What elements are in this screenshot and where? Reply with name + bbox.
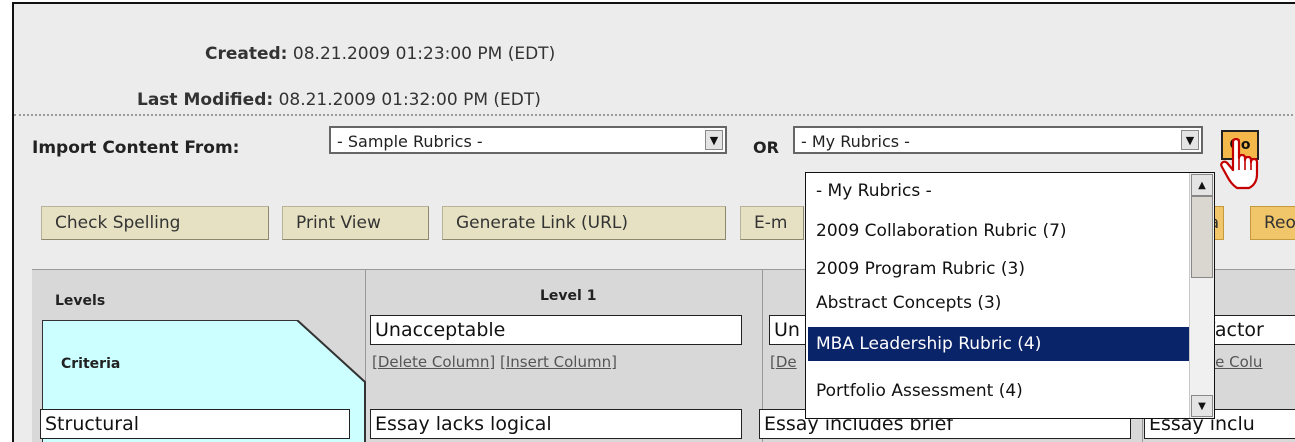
- levels-label: Levels: [55, 293, 106, 309]
- delete-column-link[interactable]: Delete Column: [378, 353, 490, 371]
- dropdown-option[interactable]: Portfolio Assessment (4): [816, 381, 1023, 401]
- last-modified-label: Last Modified:: [137, 90, 274, 110]
- hand-pointer-cursor-icon: [1220, 138, 1259, 190]
- last-modified-value: 08.21.2009 01:32:00 PM (EDT): [278, 90, 541, 110]
- print-view-button[interactable]: Print View: [282, 206, 429, 240]
- criterion-1-input[interactable]: Structural: [40, 409, 350, 439]
- dropdown-option[interactable]: Abstract Concepts (3): [816, 293, 1001, 313]
- reorder-button[interactable]: Reo: [1250, 206, 1295, 240]
- chevron-down-icon[interactable]: ▼: [705, 130, 723, 150]
- dropdown-option[interactable]: 2009 Collaboration Rubric (7): [816, 221, 1067, 241]
- chevron-down-icon[interactable]: ▼: [1181, 130, 1199, 150]
- or-label: OR: [753, 138, 779, 157]
- my-rubrics-dropdown-list: - My Rubrics - 2009 Collaboration Rubric…: [805, 172, 1215, 419]
- cell-1-1-input[interactable]: Essay lacks logical: [370, 409, 742, 439]
- delete-column-link[interactable]: De: [776, 353, 797, 371]
- check-spelling-button[interactable]: Check Spelling: [41, 206, 269, 240]
- insert-column-link[interactable]: Insert Column: [506, 353, 611, 371]
- dropdown-option-selected[interactable]: MBA Leadership Rubric (4): [808, 327, 1189, 361]
- level-2-name-input[interactable]: Un: [769, 315, 809, 345]
- dropdown-scrollbar[interactable]: ▲ ▼: [1189, 173, 1214, 418]
- created-value: 08.21.2009 01:23:00 PM (EDT): [292, 44, 556, 64]
- import-content-label: Import Content From:: [32, 138, 240, 158]
- created-row: Created: 08.21.2009 01:23:00 PM (EDT): [205, 44, 555, 64]
- sample-rubrics-select[interactable]: - Sample Rubrics - ▼: [329, 126, 727, 154]
- scroll-down-arrow-icon[interactable]: ▼: [1191, 395, 1213, 417]
- criteria-label: Criteria: [61, 356, 121, 372]
- my-rubrics-select[interactable]: - My Rubrics - ▼: [793, 126, 1203, 154]
- email-button[interactable]: E-m: [740, 206, 804, 240]
- level-1-label: Level 1: [540, 288, 597, 304]
- last-modified-row: Last Modified: 08.21.2009 01:32:00 PM (E…: [137, 90, 541, 110]
- level-2-column-links: [De: [770, 353, 797, 371]
- scrollbar-thumb[interactable]: [1191, 196, 1213, 278]
- scroll-up-arrow-icon[interactable]: ▲: [1191, 174, 1213, 196]
- my-rubrics-value: - My Rubrics -: [801, 132, 910, 151]
- level-1-name-input[interactable]: Unacceptable: [370, 315, 742, 345]
- sample-rubrics-value: - Sample Rubrics -: [337, 132, 483, 151]
- generate-link-button[interactable]: Generate Link (URL): [442, 206, 726, 240]
- dropdown-option[interactable]: - My Rubrics -: [816, 181, 932, 201]
- rubric-editor-panel: Created: 08.21.2009 01:23:00 PM (EDT) La…: [12, 2, 1295, 442]
- level-1-column-links: [Delete Column] [Insert Column]: [372, 353, 617, 371]
- dropdown-option[interactable]: 2009 Program Rubric (3): [816, 259, 1025, 279]
- created-label: Created:: [205, 44, 288, 64]
- dotted-divider: [14, 114, 1295, 116]
